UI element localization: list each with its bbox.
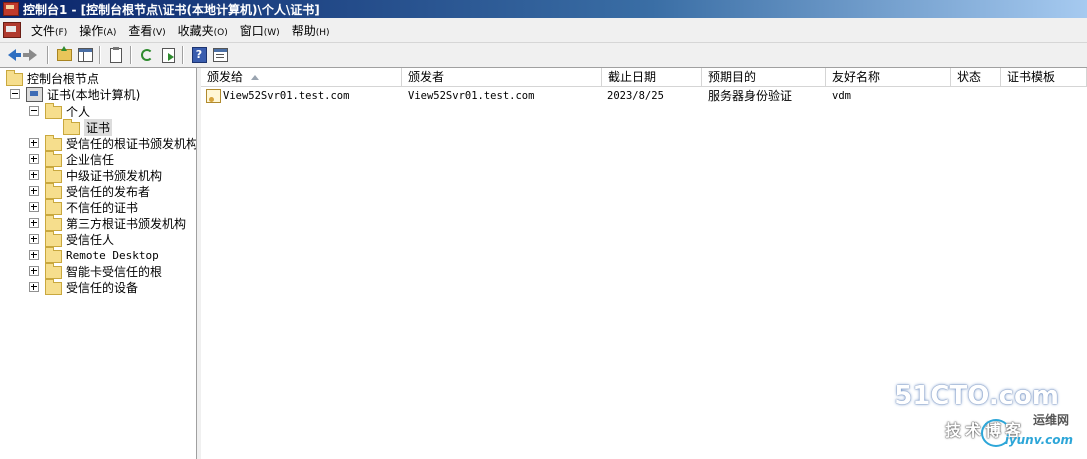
column-issued-by[interactable]: 颁发者 bbox=[402, 68, 602, 86]
column-friendly-name[interactable]: 友好名称 bbox=[826, 68, 951, 86]
export-list-icon bbox=[161, 47, 175, 63]
sort-ascending-icon bbox=[251, 75, 260, 80]
folder-icon bbox=[6, 69, 23, 86]
tree-item-trusted-people[interactable]: 受信任人 bbox=[29, 230, 114, 247]
watermark-brand: 51CTO.com bbox=[894, 381, 1059, 411]
menu-help[interactable]: 帮助(H) bbox=[288, 22, 338, 39]
expand-toggle[interactable] bbox=[29, 202, 39, 212]
tree-item-certificates-selected[interactable]: 证书 bbox=[63, 118, 113, 136]
tree-item-trusted-publishers[interactable]: 受信任的发布者 bbox=[29, 182, 150, 199]
toolbar-separator bbox=[99, 46, 101, 64]
cell-friendly-name: vdm bbox=[832, 90, 851, 102]
help-icon: ? bbox=[191, 47, 207, 63]
tree-item-remote-desktop[interactable]: Remote Desktop bbox=[29, 246, 159, 263]
list-header: 颁发给 颁发者 截止日期 预期目的 友好名称 状态 证书模板 bbox=[201, 68, 1087, 87]
column-intended-purposes[interactable]: 预期目的 bbox=[702, 68, 826, 86]
folder-icon bbox=[45, 134, 62, 151]
mmc-console-icon[interactable] bbox=[3, 22, 21, 38]
expand-toggle[interactable] bbox=[29, 234, 39, 244]
up-one-level-button[interactable] bbox=[55, 46, 73, 64]
menu-window[interactable]: 窗口(W) bbox=[236, 22, 288, 39]
folder-icon bbox=[45, 182, 62, 199]
folder-icon bbox=[45, 150, 62, 167]
certificate-icon bbox=[206, 89, 221, 103]
tree-root[interactable]: 控制台根节点 bbox=[6, 69, 99, 86]
collapse-toggle[interactable] bbox=[10, 89, 20, 99]
expand-toggle[interactable] bbox=[29, 170, 39, 180]
refresh-icon bbox=[141, 49, 153, 61]
certificate-list[interactable]: 颁发给 颁发者 截止日期 预期目的 友好名称 状态 证书模板 View52Svr… bbox=[201, 68, 1087, 459]
tree-item-cert-store[interactable]: 证书(本地计算机) bbox=[10, 86, 140, 102]
expand-toggle[interactable] bbox=[29, 218, 39, 228]
menu-bar: 文件(F) 操作(A) 查看(V) 收藏夹(O) 窗口(W) 帮助(H) bbox=[0, 18, 1087, 43]
column-issued-to[interactable]: 颁发给 bbox=[201, 68, 402, 86]
show-tree-icon bbox=[77, 48, 93, 62]
toolbar-separator bbox=[182, 46, 184, 64]
back-button[interactable] bbox=[3, 46, 21, 64]
back-icon bbox=[8, 49, 21, 61]
expand-toggle[interactable] bbox=[29, 250, 39, 260]
toolbar-separator bbox=[130, 46, 132, 64]
column-certificate-template[interactable]: 证书模板 bbox=[1001, 68, 1087, 86]
menu-action[interactable]: 操作(A) bbox=[75, 22, 124, 39]
watermark-url: iyunv.com bbox=[1004, 433, 1073, 447]
up-folder-icon bbox=[56, 46, 72, 61]
tree-item-personal[interactable]: 个人 bbox=[29, 102, 90, 119]
collapse-toggle[interactable] bbox=[29, 106, 39, 116]
show-hide-tree-button[interactable] bbox=[76, 46, 94, 64]
column-expiration-date[interactable]: 截止日期 bbox=[602, 68, 702, 86]
tree-item-third-party-root-ca[interactable]: 第三方根证书颁发机构 bbox=[29, 214, 186, 231]
menu-file[interactable]: 文件(F) bbox=[27, 22, 75, 39]
tree-item-intermediate-ca[interactable]: 中级证书颁发机构 bbox=[29, 166, 162, 183]
properties-button[interactable] bbox=[211, 46, 229, 64]
menu-favorites[interactable]: 收藏夹(O) bbox=[174, 22, 236, 39]
cell-issued-by: View52Svr01.test.com bbox=[408, 90, 535, 102]
watermark: 51CTO.com 运维网 技术博客 iyunv.com bbox=[894, 381, 1073, 451]
clipboard-icon bbox=[110, 46, 122, 63]
certificate-store-icon bbox=[26, 86, 43, 102]
forward-button[interactable] bbox=[23, 46, 42, 64]
console-tree[interactable]: 控制台根节点 证书(本地计算机) 个人 证书 受信任的根证书颁发机构 企业信任 … bbox=[0, 68, 197, 459]
table-row[interactable]: View52Svr01.test.com View52Svr01.test.co… bbox=[201, 88, 1087, 104]
console-app-icon bbox=[3, 2, 19, 16]
window-title: 控制台1 - [控制台根节点\证书(本地计算机)\个人\证书] bbox=[23, 2, 320, 17]
toolbar: ? bbox=[0, 43, 1087, 68]
cell-issued-to: View52Svr01.test.com bbox=[223, 90, 350, 102]
copy-button[interactable] bbox=[107, 46, 125, 64]
help-button[interactable]: ? bbox=[190, 46, 208, 64]
title-bar: 控制台1 - [控制台根节点\证书(本地计算机)\个人\证书] bbox=[0, 0, 1087, 18]
tree-item-trusted-devices[interactable]: 受信任的设备 bbox=[29, 278, 138, 295]
folder-icon bbox=[45, 198, 62, 215]
forward-icon bbox=[23, 49, 37, 61]
tree-item-smart-card-root[interactable]: 智能卡受信任的根 bbox=[29, 262, 162, 279]
tree-item-trusted-root-ca[interactable]: 受信任的根证书颁发机构 bbox=[29, 134, 196, 151]
column-status[interactable]: 状态 bbox=[951, 68, 1001, 86]
watermark-yunwei: 运维网 bbox=[1032, 413, 1069, 427]
tree-item-untrusted-certs[interactable]: 不信任的证书 bbox=[29, 198, 138, 215]
folder-icon bbox=[45, 278, 62, 295]
menu-view[interactable]: 查看(V) bbox=[124, 22, 173, 39]
expand-toggle[interactable] bbox=[29, 266, 39, 276]
folder-icon bbox=[45, 246, 62, 263]
toolbar-separator bbox=[47, 46, 49, 64]
cell-expiration-date: 2023/8/25 bbox=[607, 90, 664, 102]
tree-item-enterprise-trust[interactable]: 企业信任 bbox=[29, 150, 114, 167]
folder-icon bbox=[45, 102, 62, 119]
open-folder-icon bbox=[63, 118, 80, 135]
folder-icon bbox=[45, 214, 62, 231]
expand-toggle[interactable] bbox=[29, 138, 39, 148]
expand-toggle[interactable] bbox=[29, 154, 39, 164]
folder-icon bbox=[45, 166, 62, 183]
expand-toggle[interactable] bbox=[29, 186, 39, 196]
properties-icon bbox=[212, 48, 228, 62]
refresh-button[interactable] bbox=[138, 46, 156, 64]
export-list-button[interactable] bbox=[159, 46, 177, 64]
cell-intended-purposes: 服务器身份验证 bbox=[708, 89, 793, 103]
expand-toggle[interactable] bbox=[29, 282, 39, 292]
folder-icon bbox=[45, 262, 62, 279]
folder-icon bbox=[45, 230, 62, 247]
